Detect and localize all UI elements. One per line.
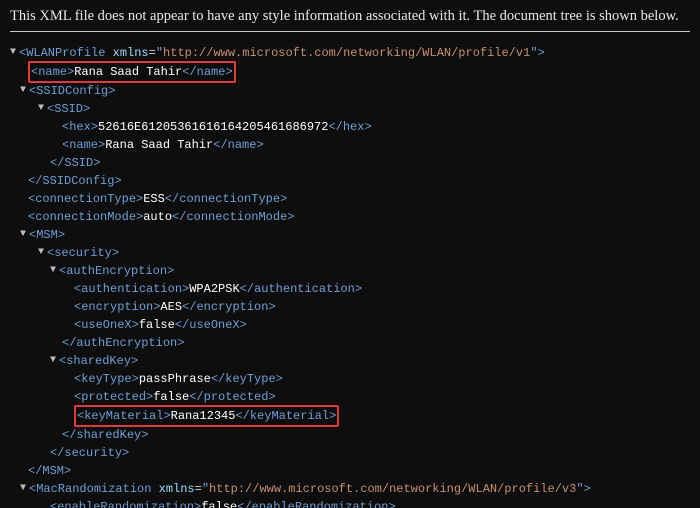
sharedkey-close: </sharedKey> bbox=[10, 426, 690, 444]
useonex: <useOneX>false</useOneX> bbox=[10, 316, 690, 334]
caret-down-icon[interactable]: ▼ bbox=[20, 481, 29, 496]
highlight-keymaterial: <keyMaterial>Rana12345</keyMaterial> bbox=[74, 405, 339, 427]
macrandomization-open[interactable]: ▼<MacRandomization xmlns="http://www.mic… bbox=[10, 480, 690, 498]
ssid-close: </SSID> bbox=[10, 154, 690, 172]
caret-down-icon[interactable]: ▼ bbox=[38, 245, 47, 260]
highlight-profile-name: <name>Rana Saad Tahir</name> bbox=[28, 61, 236, 83]
xml-viewer: This XML file does not appear to have an… bbox=[0, 0, 700, 508]
no-style-notice: This XML file does not appear to have an… bbox=[10, 8, 690, 32]
connection-type: <connectionType>ESS</connectionType> bbox=[10, 190, 690, 208]
sharedkey-open[interactable]: ▼<sharedKey> bbox=[10, 352, 690, 370]
ssid-open[interactable]: ▼<SSID> bbox=[10, 100, 690, 118]
authencryption-open[interactable]: ▼<authEncryption> bbox=[10, 262, 690, 280]
profile-name: <name>Rana Saad Tahir</name> bbox=[10, 62, 690, 82]
ssid-hex: <hex>52616E61205361616164205461686972</h… bbox=[10, 118, 690, 136]
keymaterial: <keyMaterial>Rana12345</keyMaterial> bbox=[10, 406, 690, 426]
caret-down-icon[interactable]: ▼ bbox=[20, 227, 29, 242]
caret-down-icon[interactable]: ▼ bbox=[50, 353, 59, 368]
ssidconfig-close: </SSIDConfig> bbox=[10, 172, 690, 190]
connection-mode: <connectionMode>auto</connectionMode> bbox=[10, 208, 690, 226]
authentication: <authentication>WPA2PSK</authentication> bbox=[10, 280, 690, 298]
security-close: </security> bbox=[10, 444, 690, 462]
ssidconfig-open[interactable]: ▼<SSIDConfig> bbox=[10, 82, 690, 100]
xml-tree: ▼<WLANProfile xmlns="http://www.microsof… bbox=[10, 44, 690, 508]
security-open[interactable]: ▼<security> bbox=[10, 244, 690, 262]
msm-close: </MSM> bbox=[10, 462, 690, 480]
caret-down-icon[interactable]: ▼ bbox=[38, 101, 47, 116]
caret-down-icon[interactable]: ▼ bbox=[20, 83, 29, 98]
caret-down-icon[interactable]: ▼ bbox=[50, 263, 59, 278]
protected: <protected>false</protected> bbox=[10, 388, 690, 406]
ssid-name: <name>Rana Saad Tahir</name> bbox=[10, 136, 690, 154]
caret-down-icon[interactable]: ▼ bbox=[10, 45, 19, 60]
msm-open[interactable]: ▼<MSM> bbox=[10, 226, 690, 244]
keytype: <keyType>passPhrase</keyType> bbox=[10, 370, 690, 388]
authencryption-close: </authEncryption> bbox=[10, 334, 690, 352]
enable-randomization: <enableRandomization>false</enableRandom… bbox=[10, 498, 690, 508]
encryption: <encryption>AES</encryption> bbox=[10, 298, 690, 316]
wlanprofile-open[interactable]: ▼<WLANProfile xmlns="http://www.microsof… bbox=[10, 44, 690, 62]
